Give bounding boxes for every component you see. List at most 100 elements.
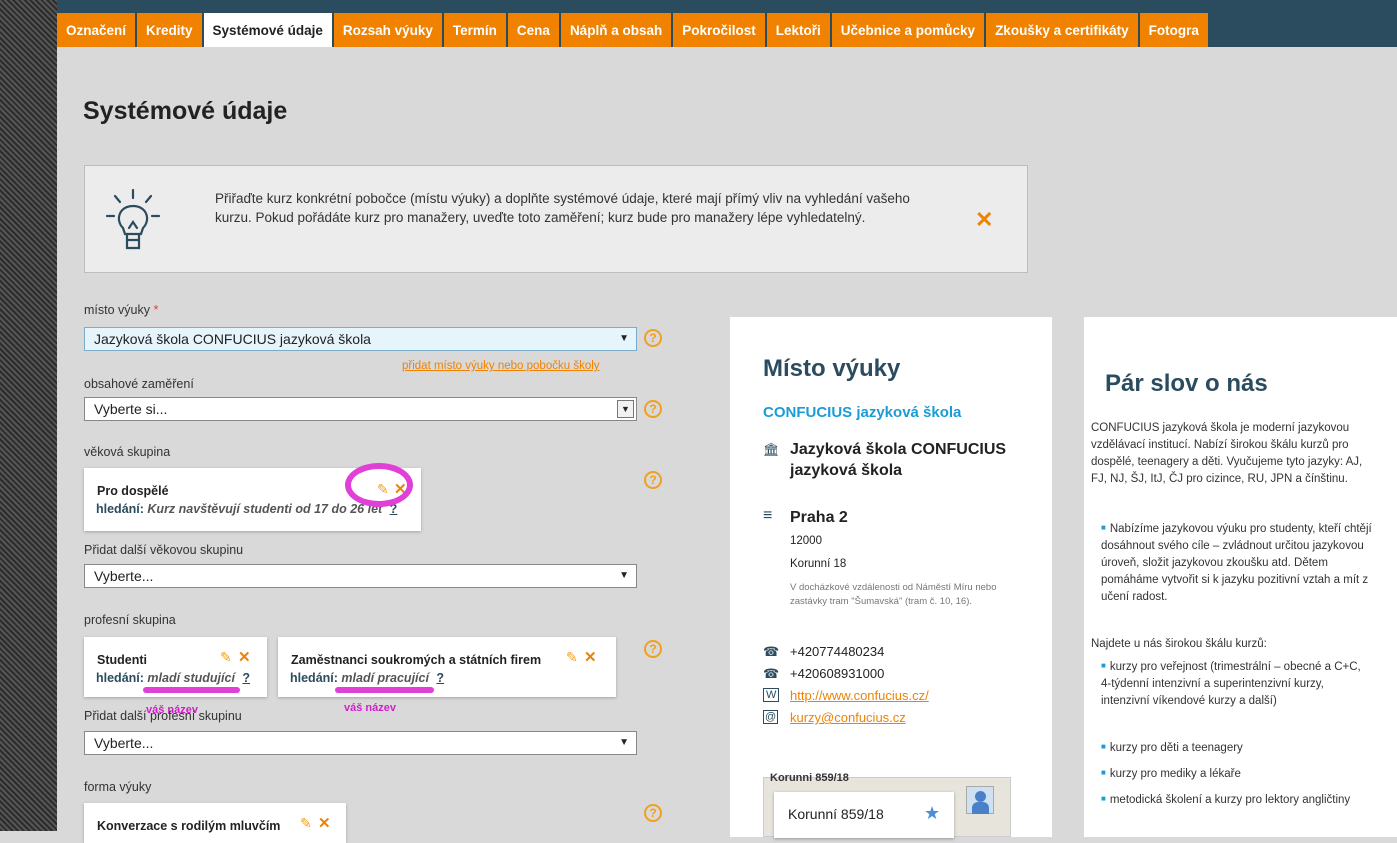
prof-card-search: hledání: mladí studující ? (96, 671, 250, 685)
about-bullet: ■ Nabízíme jazykovou výuku pro studenty, … (1101, 519, 1376, 606)
map-header: Korunni 859/18 (770, 772, 849, 784)
search-value: mladí studující (147, 671, 235, 685)
email-icon: @ (763, 710, 779, 724)
place-label: místo výuky * (84, 303, 158, 317)
tab-rozsah-vyuky[interactable]: Rozsah výuky (333, 13, 442, 47)
marker-underline (335, 687, 434, 693)
tab-oznaceni[interactable]: Označení (57, 13, 136, 47)
close-icon[interactable]: ✕ (584, 648, 597, 666)
search-value: Kurz navštěvují studenti od 17 do 26 let (147, 502, 383, 516)
place-panel-school: CONFUCIUS jazyková škola (763, 404, 962, 421)
form-card: Konverzace s rodilým mluvčím ✎ ✕ (84, 803, 346, 843)
map-label: Korunní 859/18 (788, 806, 884, 822)
prof-card-zamestnanci: Zaměstnanci soukromých a státních firem … (278, 637, 616, 697)
about-bullet-text: metodická školení a kurzy pro lektory an… (1109, 794, 1351, 806)
add-place-link[interactable]: přidat místo výuky nebo pobočku školy (402, 360, 600, 372)
tab-termin[interactable]: Termín (443, 13, 506, 47)
add-prof-select[interactable]: Vyberte... ▼ (84, 731, 637, 755)
tab-kredity[interactable]: Kredity (137, 13, 202, 47)
tab-systemove-udaje[interactable]: Systémové údaje (203, 13, 332, 47)
place-zip: 12000 (790, 535, 822, 547)
star-icon[interactable]: ★ (924, 803, 940, 824)
streetview-icon[interactable] (966, 786, 994, 814)
pencil-icon[interactable]: ✎ (220, 649, 232, 666)
phone-icon: ☎ (763, 666, 780, 681)
dropdown-arrow-icon: ▼ (619, 333, 629, 344)
dropdown-arrow-icon: ▼ (619, 570, 629, 581)
about-bullet: ■ kurzy pro mediky a lékaře (1101, 764, 1369, 783)
add-prof-select-value: Vyberte... (94, 735, 154, 751)
place-email-link[interactable]: kurzy@confucius.cz (790, 710, 906, 725)
building-icon: 🏛 (763, 442, 780, 457)
place-label-text: místo výuky (84, 303, 150, 317)
pencil-icon[interactable]: ✎ (300, 815, 312, 832)
search-label: hledání: (96, 671, 144, 685)
bullet-icon: ■ (1101, 794, 1106, 803)
required-marker: * (153, 303, 159, 317)
about-bullet: ■ metodická školení a kurzy pro lektory a… (1101, 790, 1369, 809)
place-select-value: Jazyková škola CONFUCIUS jazyková škola (94, 331, 371, 347)
marker-circle (345, 463, 413, 507)
tab-bar: Označení Kredity Systémové údaje Rozsah … (57, 13, 1397, 47)
search-help-link[interactable]: ? (436, 671, 444, 685)
focus-select-value: Vyberte si... (94, 401, 168, 417)
pencil-icon[interactable]: ✎ (566, 649, 578, 666)
bullet-icon: ■ (1101, 768, 1106, 777)
place-phone2: +420608931000 (790, 666, 885, 681)
place-select[interactable]: Jazyková škola CONFUCIUS jazyková škola … (84, 327, 637, 351)
tab-napln-a-obsah[interactable]: Náplň a obsah (560, 13, 672, 47)
place-city: Praha 2 (790, 509, 848, 526)
lightbulb-icon (105, 188, 161, 250)
menu-icon: ≡ (763, 507, 773, 524)
place-panel-heading: Místo výuky (763, 355, 901, 382)
close-icon[interactable]: ✕ (238, 648, 251, 666)
place-help-icon[interactable]: ? (644, 329, 662, 347)
place-name: Jazyková škola CONFUCIUS jazyková škola (790, 441, 1007, 479)
tip-close-icon[interactable]: ✕ (975, 207, 993, 233)
about-bullet: ■ kurzy pro děti a teenagery (1101, 738, 1369, 757)
main-content: Systémové údaje Přiřaďte kurz konkrétní … (57, 47, 1397, 843)
dropdown-arrow-icon: ▼ (617, 400, 634, 418)
about-bullet: ■ kurzy pro veřejnost (trimestrální – obe… (1101, 657, 1369, 710)
form-label: forma výuky (84, 780, 152, 794)
focus-label: obsahové zaměření (84, 377, 194, 391)
bullet-icon: ■ (1101, 523, 1106, 532)
add-age-select[interactable]: Vyberte... ▼ (84, 564, 637, 588)
marker-annotation: váš název (344, 702, 396, 714)
age-help-icon[interactable]: ? (644, 471, 662, 489)
age-card-search: hledání: Kurz navštěvují studenti od 17 … (96, 502, 397, 516)
focus-select[interactable]: Vyberte si... ▼ (84, 397, 637, 421)
tab-cena[interactable]: Cena (507, 13, 559, 47)
place-web-link[interactable]: http://www.confucius.cz/ (790, 688, 929, 703)
about-bullet-text: kurzy pro veřejnost (trimestrální – obec… (1101, 661, 1361, 707)
age-label: věková skupina (84, 445, 171, 459)
search-label: hledání: (290, 671, 338, 685)
age-card-title: Pro dospělé (97, 484, 169, 498)
tab-lektori[interactable]: Lektoři (766, 13, 830, 47)
about-panel: Pár slov o nás CONFUCIUS jazyková škola … (1084, 317, 1397, 837)
web-icon: W (763, 688, 780, 702)
focus-help-icon[interactable]: ? (644, 400, 662, 418)
add-age-label: Přidat další věkovou skupinu (84, 543, 244, 557)
marker-underline (143, 687, 240, 693)
dropdown-arrow-icon: ▼ (619, 737, 629, 748)
about-bullet-text: Nabízíme jazykovou výuku pro studenty, k… (1101, 523, 1372, 603)
place-phone1: +420774480234 (790, 644, 885, 659)
prof-help-icon[interactable]: ? (644, 640, 662, 658)
about-intro: CONFUCIUS jazyková škola je moderní jazy… (1091, 422, 1363, 485)
bullet-icon: ■ (1101, 661, 1106, 670)
tab-fotografie[interactable]: Fotogra (1139, 13, 1208, 47)
place-note: V docházkové vzdálenosti od Náměstí Míru… (790, 582, 997, 607)
prof-card-search: hledání: mladí pracující ? (290, 671, 444, 685)
form-help-icon[interactable]: ? (644, 804, 662, 822)
close-icon[interactable]: ✕ (318, 814, 331, 832)
map[interactable]: Korunni 859/18 Korunní 859/18 ★ (763, 772, 1011, 838)
tab-zkousky[interactable]: Zkoušky a certifikáty (986, 13, 1138, 47)
phone-icon: ☎ (763, 644, 780, 659)
tab-ucebnice[interactable]: Učebnice a pomůcky (831, 13, 985, 47)
place-street: Korunní 18 (790, 558, 847, 570)
left-pattern-strip (0, 0, 57, 831)
search-label: hledání: (96, 502, 144, 516)
tab-pokrocilost[interactable]: Pokročilost (673, 13, 765, 47)
search-help-link[interactable]: ? (242, 671, 250, 685)
